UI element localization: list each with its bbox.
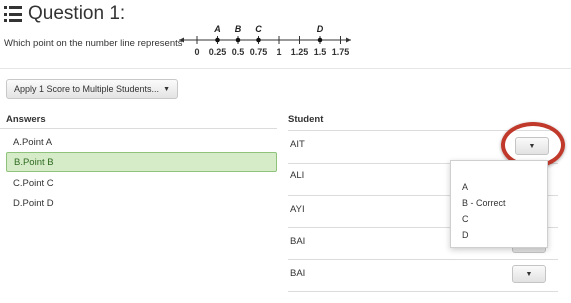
number-line-point	[256, 37, 261, 43]
number-line-tick-label: 1	[276, 47, 281, 57]
student-name: BAI	[290, 268, 306, 279]
student-name: AYI	[290, 204, 305, 215]
number-line-point	[317, 37, 323, 43]
number-line-point-label: C	[255, 24, 262, 34]
answer-label: A.Point A	[13, 136, 53, 148]
number-line-tick-label: 0.75	[250, 47, 268, 57]
number-line-tick-label: 0.5	[232, 47, 245, 57]
number-line-point-label: A	[213, 24, 221, 34]
question-header: Question 1:	[4, 3, 125, 25]
divider	[0, 68, 571, 69]
answer-label: D.Point D	[13, 197, 54, 209]
number-line: 0 0.25 0.5 0.75 1 1.25 1.5 1.75 A B C D	[179, 24, 351, 57]
row-divider	[288, 291, 558, 292]
apply-score-label: Apply 1 Score to Multiple Students...	[13, 84, 160, 94]
caret-down-icon: ▼	[525, 270, 533, 278]
answer-option-d[interactable]: D.Point D	[6, 193, 277, 213]
right-arrow-icon	[346, 37, 351, 43]
dropdown-option-d[interactable]: D	[462, 230, 469, 240]
number-line-point	[215, 37, 220, 43]
dropdown-option-a[interactable]: A	[462, 182, 468, 192]
number-line-tick-label: 1.75	[332, 47, 350, 57]
student-name: ALI	[290, 170, 305, 181]
dropdown-option-c[interactable]: C	[462, 214, 469, 224]
answers-header-divider	[0, 128, 277, 129]
answer-label: C.Point C	[13, 177, 54, 189]
question-prompt: Which point on the number line represent…	[4, 38, 183, 49]
left-arrow-icon	[179, 37, 184, 43]
number-line-tick-label: 1.25	[291, 47, 309, 57]
answer-option-c[interactable]: C.Point C	[6, 173, 277, 193]
answer-option-a[interactable]: A.Point A	[6, 132, 277, 152]
row-divider	[288, 259, 558, 260]
answer-label: B.Point B	[14, 156, 54, 168]
number-line-point	[235, 37, 241, 43]
number-line-point-label: B	[235, 24, 242, 34]
number-line-tick-label: 0.25	[209, 47, 227, 57]
dropdown-option-b-correct[interactable]: B - Correct	[462, 198, 506, 208]
list-icon	[4, 6, 22, 22]
answers-header: Answers	[6, 114, 46, 125]
number-line-tick-label: 0	[194, 47, 199, 57]
apply-score-button[interactable]: Apply 1 Score to Multiple Students... ▼	[6, 79, 178, 99]
caret-down-icon: ▼	[163, 85, 170, 93]
number-line-point-label: D	[317, 24, 324, 34]
student-header: Student	[288, 114, 324, 125]
student-name: AIT	[290, 139, 305, 150]
number-line-tick-label: 1.5	[314, 47, 327, 57]
student-name: BAI	[290, 236, 306, 247]
score-dropdown-button[interactable]: ▼	[512, 265, 546, 283]
question-title: Question 1:	[28, 3, 126, 24]
score-dropdown-menu: A B - Correct C D	[450, 160, 548, 248]
answer-option-b[interactable]: B.Point B	[6, 152, 277, 172]
